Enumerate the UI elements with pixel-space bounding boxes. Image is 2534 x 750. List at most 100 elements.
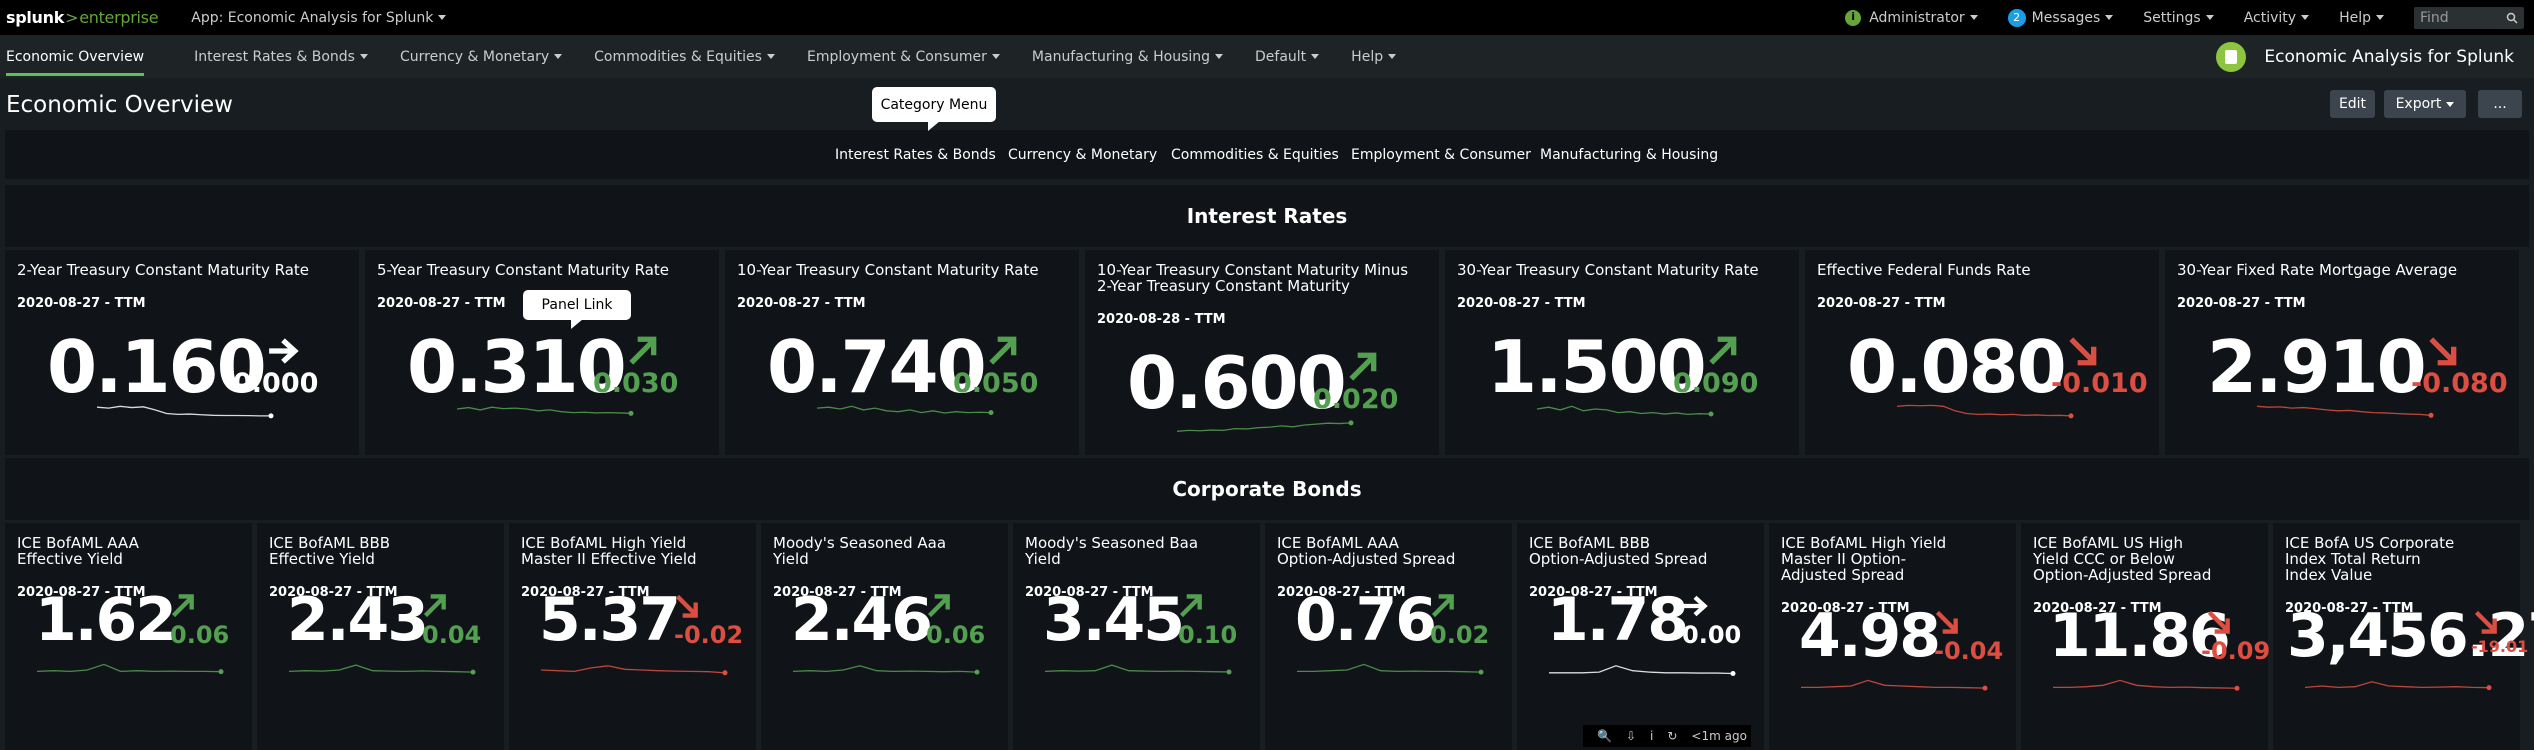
arrow-up-right-icon [1179, 594, 1202, 618]
nav-interest-rates-bonds[interactable]: Interest Rates & Bonds [194, 49, 368, 65]
nav-employment-consumer[interactable]: Employment & Consumer [807, 49, 1000, 65]
trend-indicator [1347, 351, 1379, 387]
trend-indicator [987, 335, 1019, 371]
nav-economic-overview[interactable]: Economic Overview [6, 49, 145, 76]
edit-button[interactable]: Edit [2330, 90, 2375, 118]
panel-value: 1.62 [35, 585, 177, 655]
panel-sparkline [815, 398, 995, 426]
nav-commodities-equities[interactable]: Commodities & Equities [594, 49, 775, 65]
messages-menu[interactable]: 2 Messages [2007, 8, 2114, 27]
interest-rate-panel[interactable]: Effective Federal Funds Rate 2020-08-27 … [1805, 250, 2159, 455]
trend-indicator [422, 593, 448, 623]
refresh-icon[interactable]: ↻ [1667, 729, 1677, 743]
panel-value: 1.78 [1547, 585, 1689, 655]
info-icon[interactable]: i [1650, 729, 1653, 743]
trend-indicator [1934, 609, 1960, 639]
help-menu[interactable]: Help [2339, 10, 2384, 26]
trend-indicator [627, 335, 659, 371]
settings-menu[interactable]: Settings [2143, 10, 2214, 26]
trend-indicator [2427, 335, 2459, 371]
interest-rate-panel[interactable]: 2-Year Treasury Constant Maturity Rate 2… [5, 250, 359, 455]
corporate-bond-panel[interactable]: Moody's Seasoned Baa Yield 2020-08-27 - … [1013, 523, 1260, 750]
panel-delta: 0.02 [1430, 621, 1490, 649]
trend-indicator [1682, 593, 1708, 623]
arrow-down-right-icon [2207, 610, 2230, 634]
panel-delta: 0.00 [1682, 621, 1742, 649]
category-link-currency[interactable]: Currency & Monetary [1008, 147, 1157, 163]
panel-sparkline [791, 661, 981, 685]
panel-delta: -0.010 [2051, 368, 2148, 399]
chevron-down-icon [2376, 15, 2384, 20]
corporate-bond-panel[interactable]: ICE BofAML AAA Option-Adjusted Spread 20… [1265, 523, 1512, 750]
nav-help[interactable]: Help [1351, 49, 1397, 65]
sparkline [2053, 679, 2240, 691]
arrow-up-right-icon [1431, 594, 1454, 618]
category-link-employment[interactable]: Employment & Consumer [1351, 147, 1531, 163]
trend-indicator [2473, 609, 2499, 639]
search-icon[interactable]: 🔍 [1597, 729, 1612, 743]
more-actions-button[interactable]: ... [2478, 90, 2522, 118]
chevron-down-icon [2205, 15, 2214, 20]
panel-delta: 0.10 [1178, 621, 1238, 649]
interest-rate-panel[interactable]: 10-Year Treasury Constant Maturity Minus… [1085, 250, 1439, 455]
search-icon [2506, 12, 2518, 24]
corporate-bond-panel[interactable]: ICE BofAML High Yield Master II Option-A… [1769, 523, 2016, 750]
chevron-down-icon [2446, 101, 2455, 107]
trend-indicator [170, 593, 196, 623]
panel-sparkline [1547, 661, 1737, 685]
category-link-interest[interactable]: Interest Rates & Bonds [835, 147, 996, 163]
splunk-logo[interactable]: splunk>enterprise [6, 8, 159, 27]
panel-value: 0.76 [1295, 585, 1437, 655]
panel-sparkline [1535, 398, 1715, 426]
panel-sparkline [1799, 677, 1989, 701]
app-selector[interactable]: App: Economic Analysis for Splunk [191, 10, 447, 26]
arrow-right-icon [269, 338, 299, 364]
top-bar: splunk>enterprise App: Economic Analysis… [0, 0, 2534, 35]
corporate-bond-panel[interactable]: ICE BofAML BBB Effective Yield 2020-08-2… [257, 523, 504, 750]
arrow-down-right-icon [1935, 610, 1958, 634]
corporate-bond-panel[interactable]: ICE BofAML BBB Option-Adjusted Spread 20… [1517, 523, 1764, 750]
category-link-commodities[interactable]: Commodities & Equities [1171, 147, 1339, 163]
export-icon[interactable]: ⇩ [1626, 729, 1636, 743]
refresh-age: <1m ago [1691, 729, 1747, 743]
panel-value: 3.45 [1043, 585, 1185, 655]
panel-title: 30-Year Fixed Rate Mortgage Average [2177, 261, 2458, 279]
app-title: Economic Analysis for Splunk [2216, 35, 2514, 78]
trend-indicator [1430, 593, 1456, 623]
corporate-bond-panel[interactable]: ICE BofA US Corporate Index Total Return… [2273, 523, 2534, 750]
nav-default[interactable]: Default [1255, 49, 1320, 65]
corporate-bond-panel[interactable]: ICE BofAML High Yield Master II Effectiv… [509, 523, 756, 750]
chevron-down-icon [1311, 54, 1320, 59]
panel-sparkline [1175, 414, 1355, 442]
panel-sparkline [2051, 677, 2241, 701]
sparkline [288, 664, 476, 675]
panel-title: ICE BofAML AAA Option-Adjusted Spread [1277, 534, 1456, 568]
interest-rate-panel[interactable]: 10-Year Treasury Constant Maturity Rate … [725, 250, 1079, 455]
interest-rate-panel[interactable]: 30-Year Fixed Rate Mortgage Average 2020… [2165, 250, 2519, 455]
panel-value: 2.910 [2207, 325, 2427, 409]
sparkline [1896, 404, 2074, 419]
export-button[interactable]: Export [2384, 90, 2466, 118]
activity-menu[interactable]: Activity [2244, 10, 2310, 26]
panel-value: 2.43 [287, 585, 429, 655]
interest-rate-panel[interactable]: 30-Year Treasury Constant Maturity Rate … [1445, 250, 1799, 455]
trend-indicator [674, 593, 700, 623]
find-input[interactable]: Find [2414, 6, 2524, 29]
interest-rate-panel[interactable]: 5-Year Treasury Constant Maturity Rate 2… [365, 250, 719, 455]
app-nav-bar: Economic Overview Interest Rates & Bonds… [0, 35, 2534, 78]
arrow-up-right-icon [1709, 336, 1737, 365]
nav-manufacturing-housing[interactable]: Manufacturing & Housing [1032, 49, 1224, 65]
panel-title: ICE BofAML High Yield Master II Option-A… [1781, 534, 1947, 584]
sparkline [816, 405, 994, 416]
panel-delta: 0.000 [233, 368, 319, 399]
arrow-up-right-icon [423, 594, 446, 618]
corporate-bond-panel[interactable]: ICE BofAML AAA Effective Yield 2020-08-2… [5, 523, 252, 750]
category-link-manufacturing[interactable]: Manufacturing & Housing [1540, 147, 1718, 163]
corporate-bond-panel[interactable]: Moody's Seasoned Aaa Yield 2020-08-27 - … [761, 523, 1008, 750]
sparkline [2304, 681, 2492, 691]
user-menu[interactable]: Administrator [1845, 9, 1978, 26]
panel-link-tooltip: Panel Link [523, 290, 631, 329]
panel-delta: 0.06 [926, 621, 986, 649]
corporate-bond-panel[interactable]: ICE BofAML US High Yield CCC or Below Op… [2021, 523, 2270, 750]
nav-currency-monetary[interactable]: Currency & Monetary [400, 49, 563, 65]
